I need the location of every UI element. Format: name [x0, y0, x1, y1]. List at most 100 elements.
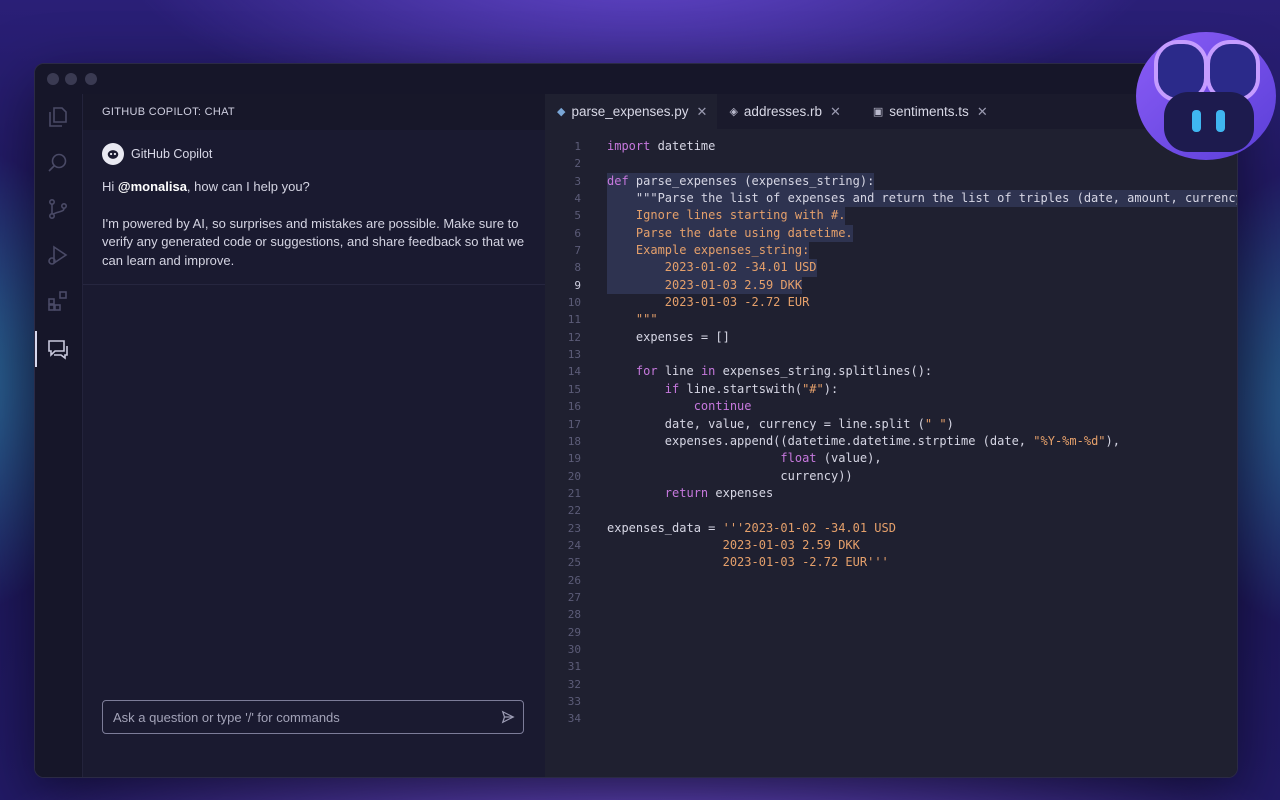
code-line[interactable]: 15 if line.startswith("#"): — [545, 381, 1237, 398]
close-icon[interactable]: ✕ — [977, 104, 988, 120]
line-number: 15 — [567, 382, 581, 396]
code-line[interactable]: 13 — [545, 346, 1237, 363]
line-content: for line in expenses_string.splitlines()… — [635, 364, 933, 379]
code-line[interactable]: 18 expenses.append((datetime.datetime.st… — [545, 433, 1237, 450]
line-content: 2023-01-03 2.59 DKK — [607, 276, 803, 295]
tab-parse-expenses[interactable]: ◆ parse_expenses.py ✕ — [545, 94, 718, 129]
code-line[interactable]: 17 date, value, currency = line.split ("… — [545, 416, 1237, 433]
line-number: 6 — [574, 226, 581, 240]
line-number: 31 — [567, 660, 581, 674]
tab-label: sentiments.ts — [889, 104, 969, 119]
chat-input[interactable] — [111, 708, 493, 726]
line-number: 26 — [567, 573, 581, 587]
code-line[interactable]: 23 expenses_data = '''2023-01-02 -34.01 U… — [545, 520, 1237, 537]
line-number: 34 — [567, 712, 581, 726]
assistant-message: Hi @monalisa, how can I help you? I'm po… — [102, 178, 527, 288]
code-line[interactable]: 20 currency)) — [545, 468, 1237, 485]
tab-sentiments[interactable]: ▣ sentiments.ts ✕ — [850, 94, 998, 129]
line-number: 10 — [567, 296, 581, 310]
code-line[interactable]: 19 float (value), — [545, 450, 1237, 467]
source-control-icon[interactable] — [35, 189, 81, 229]
chat-divider — [83, 284, 545, 285]
code-line[interactable]: 16 continue — [545, 398, 1237, 415]
copilot-icon — [107, 150, 119, 159]
typescript-file-icon: ▣ — [872, 106, 884, 118]
line-number: 33 — [567, 695, 581, 708]
line-content: expenses_data = '''2023-01-02 -34.01 USD — [607, 520, 896, 535]
code-line[interactable]: 9 2023-01-03 2.59 DKK — [545, 276, 1237, 295]
send-icon[interactable] — [493, 702, 523, 732]
line-number: 32 — [567, 677, 581, 691]
run-debug-icon[interactable] — [35, 235, 81, 275]
code-line[interactable]: 8 2023-01-02 -34.01 USD — [545, 259, 1237, 277]
code-line[interactable]: 29 — [545, 624, 1237, 641]
greeting-prefix: Hi — [102, 179, 118, 194]
line-content: continue — [693, 399, 752, 414]
code-line[interactable]: 24 2023-01-03 2.59 DKK — [545, 537, 1237, 554]
code-line[interactable]: 32 — [545, 676, 1237, 693]
line-content: return expenses — [664, 485, 774, 500]
close-icon[interactable]: ✕ — [697, 104, 708, 120]
search-icon[interactable] — [35, 143, 81, 183]
line-number: 24 — [567, 538, 581, 552]
editor-window: GITHUB COPILOT: CHAT GitHub Copilot Hi @… — [34, 63, 1238, 778]
tab-addresses[interactable]: ◈ addresses.rb ✕ — [717, 94, 851, 129]
line-number: 5 — [574, 209, 581, 223]
code-line[interactable]: 11 """ — [545, 311, 1237, 328]
line-number: 25 — [567, 556, 581, 570]
code-area[interactable]: 1 import datetime 2 3 def parse_expenses (ex… — [545, 138, 1237, 777]
line-number: 7 — [574, 244, 581, 258]
code-line[interactable]: 30 — [545, 641, 1237, 658]
line-content: currency)) — [607, 468, 853, 483]
line-number: 11 — [567, 313, 581, 327]
line-number: 29 — [567, 625, 581, 639]
code-line[interactable]: 25 2023-01-03 -2.72 EUR''' — [545, 554, 1237, 571]
copilot-avatar — [102, 143, 124, 165]
code-line[interactable]: 7 Example expenses_string: — [545, 242, 1237, 260]
window-minimize-dot[interactable] — [65, 73, 77, 85]
line-content: """ — [607, 312, 658, 327]
code-line[interactable]: 6 Parse the date using datetime. — [545, 224, 1237, 243]
tab-label: addresses.rb — [743, 104, 822, 119]
line-number: 16 — [567, 400, 581, 414]
code-line[interactable]: 5 Ignore lines starting with #. — [545, 207, 1237, 225]
line-content: expenses.append((datetime.datetime.strpt… — [607, 433, 1120, 448]
code-line[interactable]: 4 """Parse the list of expenses and retu… — [545, 190, 1237, 208]
close-icon[interactable]: ✕ — [830, 104, 841, 120]
line-content: 2023-01-02 -34.01 USD — [607, 259, 817, 277]
ruby-file-icon: ◈ — [729, 106, 738, 118]
chat-panel: GITHUB COPILOT: CHAT GitHub Copilot Hi @… — [82, 94, 545, 777]
title-bar — [35, 64, 1237, 94]
line-content: if line.startswith("#"): — [664, 381, 839, 396]
code-line[interactable]: 3 def parse_expenses (expenses_string): — [545, 172, 1237, 191]
extensions-icon[interactable] — [35, 281, 81, 321]
code-line[interactable]: 22 — [545, 502, 1237, 519]
line-number: 4 — [574, 192, 581, 206]
code-line[interactable]: 28 — [545, 606, 1237, 623]
copilot-mascot-icon — [1136, 32, 1276, 160]
code-line[interactable]: 31 — [545, 658, 1237, 675]
line-content: def parse_expenses (expenses_string): — [607, 172, 875, 191]
code-line[interactable]: 10 2023-01-03 -2.72 EUR — [545, 294, 1237, 311]
line-content: Parse the date using datetime. — [607, 224, 853, 243]
line-content: 2023-01-03 -2.72 EUR — [607, 295, 810, 310]
line-number: 30 — [567, 642, 581, 656]
line-number: 22 — [567, 504, 581, 518]
line-number: 27 — [567, 590, 581, 604]
code-line[interactable]: 26 — [545, 572, 1237, 589]
chat-icon[interactable] — [35, 329, 81, 369]
code-line[interactable]: 12 expenses = [] — [545, 329, 1237, 346]
greeting-text: Hi @monalisa, how can I help you? — [102, 178, 527, 197]
code-line[interactable]: 21 return expenses — [545, 485, 1237, 502]
code-line[interactable]: 34 — [545, 710, 1237, 727]
window-close-dot[interactable] — [47, 73, 59, 85]
explorer-icon[interactable] — [35, 97, 81, 137]
line-number: 3 — [574, 174, 581, 188]
line-number: 28 — [567, 608, 581, 622]
line-content: 2023-01-03 2.59 DKK — [607, 537, 860, 552]
line-content: expenses = [] — [607, 329, 730, 344]
code-line[interactable]: 27 — [545, 589, 1237, 606]
code-line[interactable]: 14 for line in expenses_string.splitline… — [545, 363, 1237, 380]
code-line[interactable]: 33 — [545, 693, 1237, 710]
window-maximize-dot[interactable] — [85, 73, 97, 85]
